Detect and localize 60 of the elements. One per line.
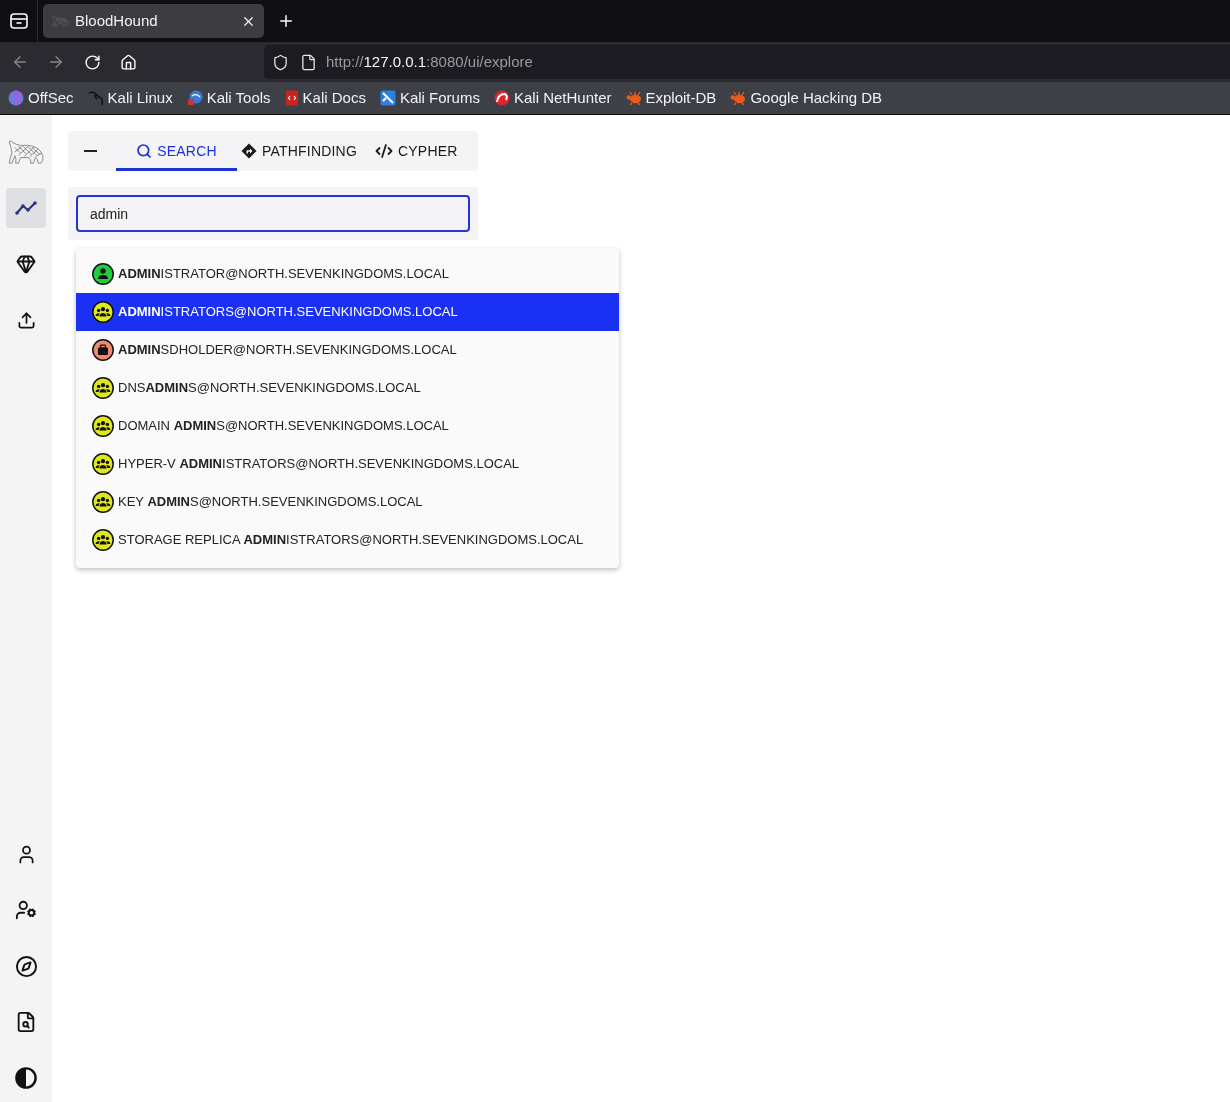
search-tab[interactable]: SEARCH xyxy=(116,131,237,171)
code-icon xyxy=(375,142,393,160)
group-badge-icon xyxy=(92,301,114,323)
square-badge-icon xyxy=(379,90,396,106)
search-icon xyxy=(136,143,153,159)
line-chart-icon xyxy=(15,201,37,215)
shield-icon xyxy=(272,53,289,71)
sphere-icon xyxy=(8,90,24,106)
address-field[interactable]: http://127.0.0.1:8080/ui/explore xyxy=(264,45,1230,79)
result-item[interactable]: DOMAIN ADMINS@NORTH.SEVENKINGDOMS.LOCAL xyxy=(76,407,619,445)
minus-icon xyxy=(83,150,97,152)
dog-icon xyxy=(52,14,69,28)
sidebar-button[interactable] xyxy=(6,188,46,228)
group-badge-icon xyxy=(92,491,114,513)
bookmark-link[interactable]: Kali Tools xyxy=(186,86,271,110)
bug-icon xyxy=(625,91,642,105)
bookmark-link[interactable]: Google Hacking DB xyxy=(730,86,883,110)
result-item[interactable]: DNSADMINS@NORTH.SEVENKINGDOMS.LOCAL xyxy=(76,369,619,407)
page-icon xyxy=(300,53,317,71)
result-item[interactable]: STORAGE REPLICA ADMINISTRATORS@NORTH.SEVENKINGDOMS.LOCAL xyxy=(76,521,619,559)
file-search-icon xyxy=(15,1011,37,1033)
user-gear-icon xyxy=(15,899,37,921)
reload-icon xyxy=(83,53,101,71)
result-item[interactable]: HYPER-V ADMINISTRATORS@NORTH.SEVENKINGDOMS.LOCAL xyxy=(76,445,619,483)
contrast-icon xyxy=(15,1067,37,1089)
group-badge-icon xyxy=(92,453,114,475)
compass-icon xyxy=(14,954,38,978)
bookmark-link[interactable]: Exploit-DB xyxy=(625,86,717,110)
box-badge-icon xyxy=(92,339,114,361)
bug-icon xyxy=(730,91,747,105)
code-document-icon xyxy=(284,90,299,106)
plus-icon xyxy=(277,12,295,30)
signpost-diamond-icon xyxy=(241,143,257,159)
dog-logo-icon xyxy=(7,138,45,166)
bookmark-link[interactable]: OffSec xyxy=(8,86,74,110)
result-item[interactable]: KEY ADMINS@NORTH.SEVENKINGDOMS.LOCAL xyxy=(76,483,619,521)
gem-icon xyxy=(16,254,36,274)
group-badge-icon xyxy=(92,377,114,399)
result-item[interactable]: ADMINISTRATORS@NORTH.SEVENKINGDOMS.LOCAL xyxy=(76,293,619,331)
group-badge-icon xyxy=(92,529,114,551)
cypher-tab[interactable]: CYPHER xyxy=(361,131,472,171)
circle-badge-icon xyxy=(186,90,203,106)
box-icon xyxy=(9,13,28,29)
user-badge-icon xyxy=(92,263,114,285)
arrow-right-icon xyxy=(47,53,65,71)
result-item[interactable]: ADMINSDHOLDER@NORTH.SEVENKINGDOMS.LOCAL xyxy=(76,331,619,369)
bookmark-link[interactable]: Kali NetHunter xyxy=(493,86,612,110)
browser-tab[interactable]: BloodHound xyxy=(43,4,264,38)
bookmark-link[interactable]: Kali Docs xyxy=(284,86,366,110)
bookmark-link[interactable]: Kali Forums xyxy=(379,86,480,110)
search-field[interactable]: admin xyxy=(76,195,470,232)
upload-icon xyxy=(16,310,36,330)
url-text: http://127.0.0.1:8080/ui/explore xyxy=(326,51,533,72)
pathfinding-tab[interactable]: PATHFINDING xyxy=(237,131,361,171)
group-badge-icon xyxy=(92,415,114,437)
squiggle-icon xyxy=(87,90,104,106)
home-icon xyxy=(119,53,137,71)
arc-badge-icon xyxy=(493,90,510,106)
bookmark-link[interactable]: Kali Linux xyxy=(87,86,173,110)
result-item[interactable]: ADMINISTRATOR@NORTH.SEVENKINGDOMS.LOCAL xyxy=(76,255,619,293)
